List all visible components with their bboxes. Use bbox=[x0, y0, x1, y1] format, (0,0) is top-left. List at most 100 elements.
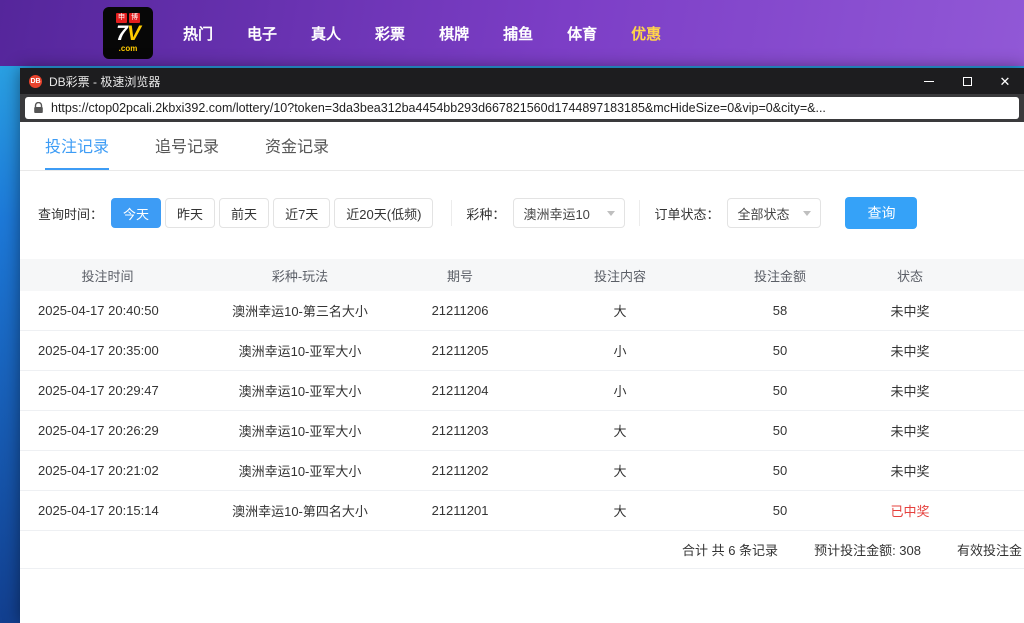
filter-bar: 查询时间： 今天 昨天 前天 近7天 近20天(低频) 彩种： 澳洲幸运10 订… bbox=[20, 197, 1024, 229]
col-header-content: 投注内容 bbox=[593, 268, 646, 284]
maximize-button[interactable] bbox=[948, 68, 986, 94]
order-status-value: 全部状态 bbox=[737, 206, 790, 222]
cell-content: 大 bbox=[613, 304, 627, 319]
minimize-icon bbox=[924, 80, 934, 82]
cell-content: 小 bbox=[613, 344, 627, 359]
cell-content: 大 bbox=[613, 424, 627, 439]
nav-item-lottery[interactable]: 彩票 bbox=[375, 23, 405, 44]
cell-game: 澳洲幸运10-亚军大小 bbox=[238, 424, 362, 439]
nav-item-live[interactable]: 真人 bbox=[311, 23, 341, 44]
tab-bet-records[interactable]: 投注记录 bbox=[45, 133, 110, 170]
chevron-down-icon bbox=[607, 210, 616, 216]
cell-game: 澳洲幸运10-第三名大小 bbox=[232, 304, 368, 319]
nav-item-sports[interactable]: 体育 bbox=[567, 23, 597, 44]
order-status-select[interactable]: 全部状态 bbox=[727, 198, 822, 228]
time-filter-yesterday[interactable]: 昨天 bbox=[165, 198, 216, 228]
col-header-time: 投注时间 bbox=[81, 268, 134, 284]
filter-divider bbox=[639, 200, 641, 226]
time-filter-today[interactable]: 今天 bbox=[111, 198, 162, 228]
tab-fund-records[interactable]: 资金记录 bbox=[265, 133, 329, 170]
cell-amount: 50 bbox=[772, 423, 788, 438]
cell-game: 澳洲幸运10-亚军大小 bbox=[238, 384, 362, 399]
cell-amount: 50 bbox=[772, 503, 788, 518]
time-filter-label: 查询时间： bbox=[38, 206, 104, 222]
lottery-select-value: 澳洲幸运10 bbox=[523, 206, 590, 222]
record-tabs: 投注记录 追号记录 资金记录 bbox=[20, 122, 1024, 171]
cell-game: 澳洲幸运10-亚军大小 bbox=[238, 344, 362, 359]
cell-issue: 21211203 bbox=[431, 423, 489, 438]
status-badge: 未中奖 bbox=[890, 344, 930, 359]
url-input[interactable]: https://ctop02pcali.2kbxi392.com/lottery… bbox=[25, 97, 1019, 119]
cell-content: 大 bbox=[613, 504, 627, 519]
col-header-game: 彩种-玩法 bbox=[271, 268, 329, 284]
status-badge: 未中奖 bbox=[890, 424, 930, 439]
cell-time: 2025-04-17 20:35:00 bbox=[38, 343, 159, 358]
cell-issue: 21211204 bbox=[431, 383, 489, 398]
search-button[interactable]: 查询 bbox=[845, 197, 918, 229]
status-badge: 未中奖 bbox=[890, 384, 930, 399]
cell-amount: 50 bbox=[772, 383, 788, 398]
cell-content: 大 bbox=[613, 464, 627, 479]
site-logo[interactable]: 申 博 7V .com bbox=[103, 7, 153, 59]
cell-time: 2025-04-17 20:15:14 bbox=[38, 503, 159, 518]
window-titlebar: DB DB彩票 - 极速浏览器 ✕ bbox=[20, 68, 1024, 94]
minimize-button[interactable] bbox=[910, 68, 948, 94]
url-text: https://ctop02pcali.2kbxi392.com/lottery… bbox=[51, 101, 826, 115]
cell-issue: 21211201 bbox=[431, 503, 489, 518]
cell-time: 2025-04-17 20:29:47 bbox=[38, 383, 159, 398]
status-filter-label: 订单状态： bbox=[654, 206, 720, 222]
summary-valid-amount: 有效投注金 bbox=[956, 543, 1022, 558]
col-header-amount: 投注金额 bbox=[753, 268, 806, 284]
time-filter-daybefore[interactable]: 前天 bbox=[219, 198, 270, 228]
chevron-down-icon bbox=[803, 210, 812, 216]
table-summary: 合计 共 6 条记录 预计投注金额: 308 有效投注金 bbox=[20, 531, 1024, 569]
page-content: 投注记录 追号记录 资金记录 查询时间： 今天 昨天 前天 近7天 近20天(低… bbox=[20, 122, 1024, 623]
cell-time: 2025-04-17 20:26:29 bbox=[38, 423, 159, 438]
cell-content: 小 bbox=[613, 384, 627, 399]
cell-issue: 21211205 bbox=[431, 343, 489, 358]
table-row: 2025-04-17 20:35:00 澳洲幸运10-亚军大小 21211205… bbox=[20, 331, 1024, 371]
table-row: 2025-04-17 20:21:02 澳洲幸运10-亚军大小 21211202… bbox=[20, 451, 1024, 491]
nav-item-promo[interactable]: 优惠 bbox=[631, 23, 661, 44]
status-badge: 已中奖 bbox=[890, 504, 930, 519]
filter-divider bbox=[451, 200, 453, 226]
table-row: 2025-04-17 20:15:14 澳洲幸运10-第四名大小 2121120… bbox=[20, 491, 1024, 531]
cell-amount: 58 bbox=[772, 303, 788, 318]
summary-expected-amount: 预计投注金额: 308 bbox=[814, 543, 921, 558]
nav-item-fishing[interactable]: 捕鱼 bbox=[503, 23, 533, 44]
status-badge: 未中奖 bbox=[890, 464, 930, 479]
cell-amount: 50 bbox=[772, 343, 788, 358]
window-title: DB彩票 - 极速浏览器 bbox=[49, 74, 161, 89]
time-filter-7days[interactable]: 近7天 bbox=[273, 198, 331, 228]
nav-item-chess[interactable]: 棋牌 bbox=[439, 23, 469, 44]
time-filter-20days[interactable]: 近20天(低频) bbox=[334, 198, 434, 228]
summary-total: 合计 共 6 条记录 bbox=[681, 543, 779, 558]
lottery-filter-label: 彩种： bbox=[466, 206, 506, 222]
close-button[interactable]: ✕ bbox=[986, 68, 1024, 94]
col-header-status: 状态 bbox=[896, 268, 923, 284]
lock-icon bbox=[33, 102, 44, 114]
cell-issue: 21211206 bbox=[431, 303, 489, 318]
cell-time: 2025-04-17 20:40:50 bbox=[38, 303, 159, 318]
cell-game: 澳洲幸运10-第四名大小 bbox=[232, 504, 368, 519]
col-header-issue: 期号 bbox=[446, 268, 473, 284]
status-badge: 未中奖 bbox=[890, 304, 930, 319]
address-bar: https://ctop02pcali.2kbxi392.com/lottery… bbox=[20, 94, 1024, 122]
browser-favicon: DB bbox=[29, 74, 42, 88]
table-header-row: 投注时间 彩种-玩法 期号 投注内容 投注金额 状态 bbox=[20, 259, 1024, 291]
lottery-select[interactable]: 澳洲幸运10 bbox=[513, 198, 626, 228]
cell-game: 澳洲幸运10-亚军大小 bbox=[238, 464, 362, 479]
logo-domain: .com bbox=[118, 44, 138, 53]
table-row: 2025-04-17 20:26:29 澳洲幸运10-亚军大小 21211203… bbox=[20, 411, 1024, 451]
table-row: 2025-04-17 20:29:47 澳洲幸运10-亚军大小 21211204… bbox=[20, 371, 1024, 411]
cell-issue: 21211202 bbox=[431, 463, 489, 478]
tab-chase-records[interactable]: 追号记录 bbox=[155, 133, 219, 170]
maximize-icon bbox=[962, 76, 972, 86]
nav-item-electronic[interactable]: 电子 bbox=[247, 23, 277, 44]
main-nav: 热门 电子 真人 彩票 棋牌 捕鱼 体育 优惠 bbox=[183, 23, 661, 44]
nav-item-hot[interactable]: 热门 bbox=[183, 23, 213, 44]
logo-wordmark: 7V bbox=[116, 22, 141, 45]
cell-amount: 50 bbox=[772, 463, 788, 478]
bet-records-table: 投注时间 彩种-玩法 期号 投注内容 投注金额 状态 2025-04-17 20… bbox=[20, 259, 1024, 569]
cell-time: 2025-04-17 20:21:02 bbox=[38, 463, 159, 478]
